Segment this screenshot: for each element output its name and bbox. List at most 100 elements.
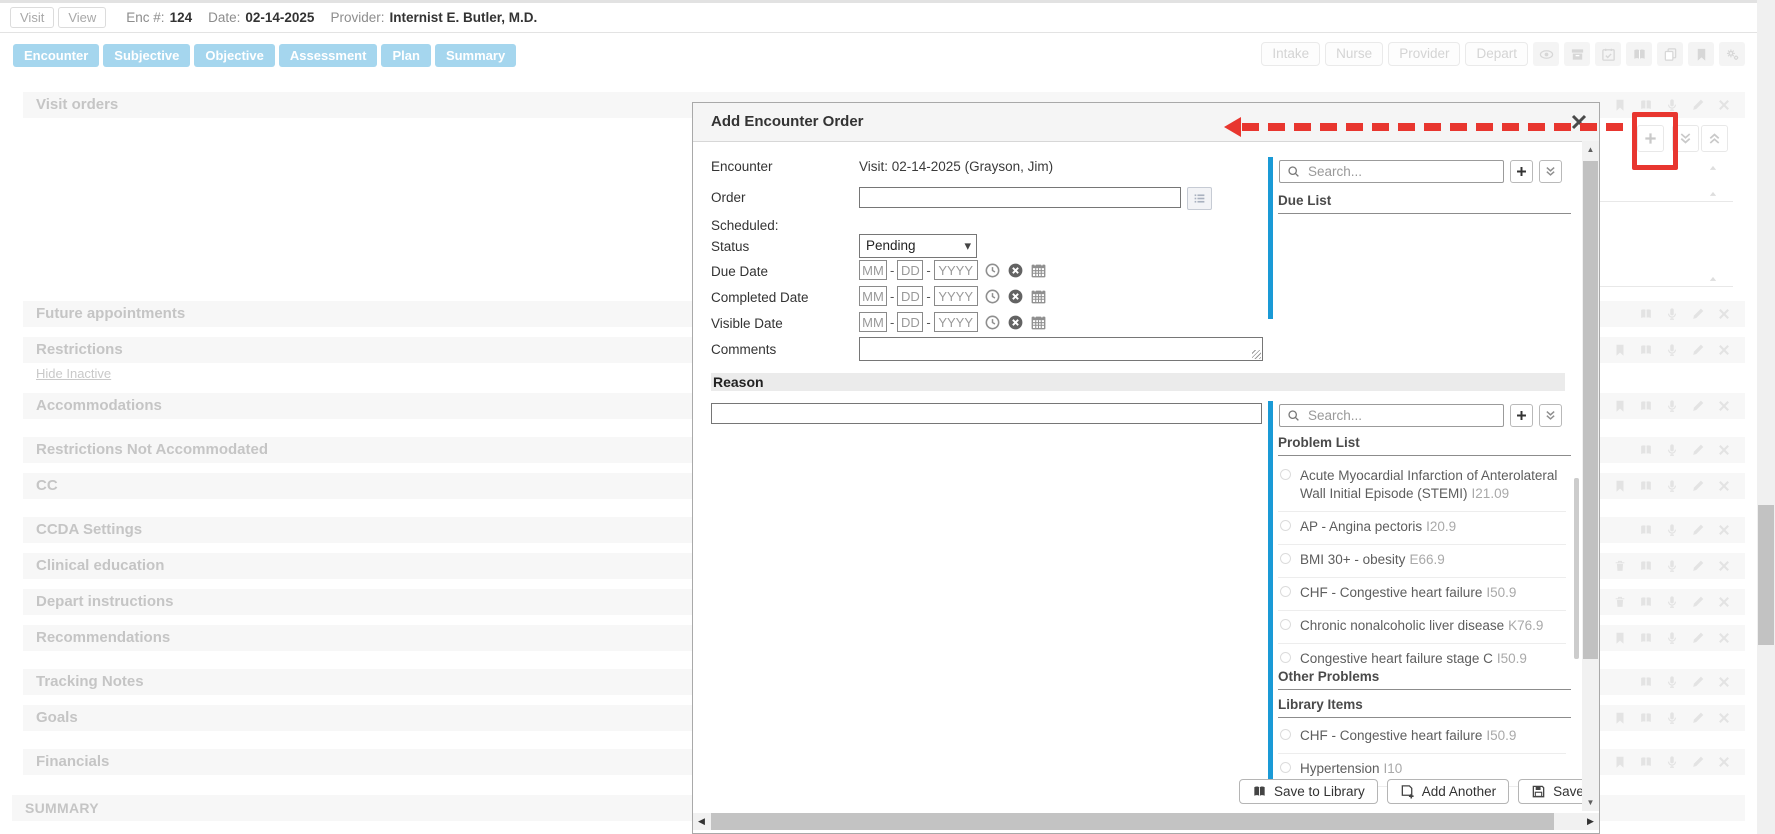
search-icon <box>1287 165 1300 178</box>
due-date-row: -- <box>859 260 1047 280</box>
calendar-icon[interactable] <box>1030 288 1047 305</box>
calendar-icon[interactable] <box>1030 314 1047 331</box>
visible-date-yyyy-input[interactable] <box>934 312 978 332</box>
nav-encounter-button[interactable]: Encounter <box>13 44 99 67</box>
close-icon <box>1717 443 1731 457</box>
due-expand-button[interactable] <box>1539 160 1562 183</box>
close-icon <box>1717 559 1731 573</box>
status-selected-value: Pending <box>866 238 916 253</box>
microphone-icon <box>1665 343 1679 357</box>
completed-date-row: -- <box>859 286 1047 306</box>
microphone-icon <box>1665 523 1679 537</box>
radio-icon[interactable] <box>1280 619 1291 630</box>
dialog-vertical-scrollbar[interactable]: ▲ ▼ <box>1582 141 1599 811</box>
page-scrollbar[interactable] <box>1757 0 1775 834</box>
visible-date-mm-input[interactable] <box>859 312 887 332</box>
clock-icon[interactable] <box>984 262 1001 279</box>
scroll-right-icon[interactable]: ▶ <box>1582 813 1599 830</box>
dialog-hscroll-thumb[interactable] <box>711 813 1554 830</box>
due-date-dd-input[interactable] <box>897 260 923 280</box>
section-label: CCDA Settings <box>36 521 142 538</box>
problem-search-input[interactable] <box>1306 407 1503 424</box>
nav-plan-button[interactable]: Plan <box>381 44 430 67</box>
problem-list-scrollbar-thumb[interactable] <box>1574 478 1579 659</box>
clear-date-icon[interactable] <box>1007 288 1024 305</box>
completed-date-mm-input[interactable] <box>859 286 887 306</box>
radio-icon[interactable] <box>1280 469 1291 480</box>
calendar-icon[interactable] <box>1030 262 1047 279</box>
page-scrollbar-thumb[interactable] <box>1758 505 1774 645</box>
microphone-icon <box>1665 675 1679 689</box>
collapse-caret-icon <box>1708 160 1718 168</box>
problem-add-button[interactable] <box>1510 404 1533 427</box>
radio-icon[interactable] <box>1280 553 1291 564</box>
due-add-button[interactable] <box>1510 160 1533 183</box>
due-date-yyyy-input[interactable] <box>934 260 978 280</box>
radio-icon[interactable] <box>1280 762 1291 773</box>
due-search-box <box>1279 160 1504 183</box>
due-search-input[interactable] <box>1306 163 1503 180</box>
item-code: I21.09 <box>1472 486 1510 501</box>
search-icon <box>1287 409 1300 422</box>
dialog-vscroll-thumb[interactable] <box>1583 161 1598 659</box>
completed-date-yyyy-input[interactable] <box>934 286 978 306</box>
pencil-icon <box>1691 523 1705 537</box>
nav-objective-button[interactable]: Objective <box>194 44 275 67</box>
problem-item[interactable]: BMI 30+ - obesityE66.9 <box>1278 545 1566 578</box>
problem-expand-button[interactable] <box>1539 404 1562 427</box>
item-name: AP - Angina pectoris <box>1300 519 1422 534</box>
problem-item[interactable]: Chronic nonalcoholic liver diseaseK76.9 <box>1278 611 1566 644</box>
reason-input[interactable] <box>711 403 1262 424</box>
radio-icon[interactable] <box>1280 520 1291 531</box>
visible-date-dd-input[interactable] <box>897 312 923 332</box>
section-label: Visit orders <box>36 96 118 113</box>
comments-input[interactable] <box>860 338 1262 360</box>
clock-icon[interactable] <box>984 314 1001 331</box>
problem-item[interactable]: AP - Angina pectorisI20.9 <box>1278 512 1566 545</box>
nav-summary-button[interactable]: Summary <box>435 44 516 67</box>
scroll-left-icon[interactable]: ◀ <box>693 813 710 830</box>
scroll-up-icon[interactable]: ▲ <box>1582 141 1599 158</box>
dialog-horizontal-scrollbar[interactable]: ◀ ▶ <box>693 813 1599 830</box>
tab-view[interactable]: View <box>58 7 106 28</box>
save-to-library-button[interactable]: Save to Library <box>1239 779 1378 804</box>
clock-icon[interactable] <box>984 288 1001 305</box>
order-lookup-button[interactable] <box>1187 187 1212 210</box>
calendar-check-icon <box>1601 47 1616 62</box>
book-icon <box>1639 595 1653 609</box>
book-icon <box>1639 307 1653 321</box>
status-select[interactable]: Pending ▾ <box>859 234 977 258</box>
resize-grip-icon[interactable] <box>1252 350 1261 359</box>
radio-icon[interactable] <box>1280 729 1291 740</box>
nav-subjective-button[interactable]: Subjective <box>103 44 190 67</box>
radio-icon[interactable] <box>1280 652 1291 663</box>
reason-section-header: Reason <box>711 373 1565 391</box>
problem-list: Acute Myocardial Infarction of Anterolat… <box>1278 461 1566 669</box>
problem-item[interactable]: Acute Myocardial Infarction of Anterolat… <box>1278 461 1566 512</box>
trash-icon <box>1613 559 1627 573</box>
completed-date-dd-input[interactable] <box>897 286 923 306</box>
plus-icon <box>1515 165 1528 178</box>
radio-icon[interactable] <box>1280 586 1291 597</box>
order-input[interactable] <box>859 187 1181 208</box>
problem-item[interactable]: Congestive heart failure stage CI50.9 <box>1278 644 1566 669</box>
bookmark-icon <box>1613 399 1627 413</box>
other-problems-header: Other Problems <box>1278 669 1571 690</box>
section-nav-buttons: EncounterSubjectiveObjectiveAssessmentPl… <box>13 44 516 67</box>
problem-item[interactable]: CHF - Congestive heart failureI50.9 <box>1278 578 1566 611</box>
clear-date-icon[interactable] <box>1007 314 1024 331</box>
problem-search-row <box>1279 404 1562 427</box>
library-item[interactable]: CHF - Congestive heart failureI50.9 <box>1278 721 1566 754</box>
role-intake-button: Intake <box>1261 42 1320 66</box>
clear-date-icon[interactable] <box>1007 262 1024 279</box>
scroll-down-icon[interactable]: ▼ <box>1582 794 1599 811</box>
close-icon <box>1717 98 1731 112</box>
tab-visit[interactable]: Visit <box>10 7 54 28</box>
book-icon <box>1639 559 1653 573</box>
role-depart-button: Depart <box>1465 42 1528 66</box>
nav-assessment-button[interactable]: Assessment <box>279 44 378 67</box>
item-code: I50.9 <box>1486 728 1516 743</box>
due-date-mm-input[interactable] <box>859 260 887 280</box>
add-another-button[interactable]: Add Another <box>1387 779 1509 804</box>
eye-icon-button <box>1533 42 1559 66</box>
